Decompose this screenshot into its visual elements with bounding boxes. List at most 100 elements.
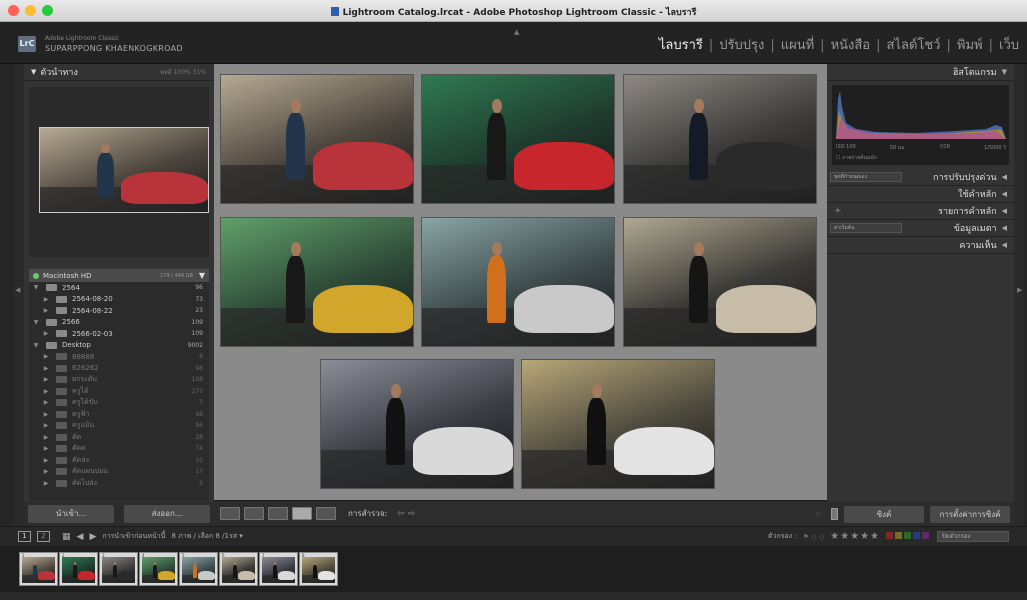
survey-view-icon[interactable] (292, 507, 312, 520)
survey-photo[interactable] (421, 217, 615, 347)
grid-icon[interactable]: ▦ (62, 532, 71, 542)
filmstrip-thumbnail[interactable]: 8 (299, 552, 338, 586)
add-icon[interactable]: + (834, 206, 842, 216)
preset-dropdown[interactable]: ค่าเริ่มต้น (830, 223, 902, 233)
folder-row[interactable]: ▶ ครูแม้ม 94 (29, 420, 209, 432)
collapse-triangle-icon[interactable]: ▶ (41, 399, 51, 406)
preset-dropdown[interactable]: ชุดที่กำหนดเอง (830, 172, 902, 182)
filter-dropdown[interactable]: ปิดตัวกรอง (937, 531, 1009, 542)
module-4[interactable]: หนังสือ (831, 38, 871, 53)
survey-photo[interactable] (320, 359, 514, 489)
collapse-triangle-icon[interactable]: ▶ (41, 330, 51, 337)
collapse-triangle-icon[interactable]: ▶ (41, 353, 51, 360)
module-1[interactable]: ไลบรารี (659, 38, 703, 53)
expand-triangle-icon[interactable]: ▼ (31, 342, 41, 349)
module-6[interactable]: พิมพ์ (957, 38, 983, 53)
panel-section-header[interactable]: ค่าเริ่มต้น ข้อมูลเมตา ◀ (827, 220, 1014, 237)
folder-row[interactable]: ▶ 626262 98 (29, 363, 209, 375)
collapse-triangle-icon[interactable]: ▶ (41, 411, 51, 418)
right-panel-toggle-icon[interactable]: ▶ (1017, 286, 1022, 294)
collapse-triangle-icon[interactable]: ▶ (41, 422, 51, 429)
collapse-triangle-icon[interactable]: ▶ (41, 376, 51, 383)
expand-triangle-icon[interactable]: ▼ (31, 319, 41, 326)
collapse-triangle-icon[interactable]: ▶ (41, 457, 51, 464)
panel-section-header[interactable]: ความเห็น ◀ (827, 237, 1014, 254)
folder-row[interactable]: ▶ 88888 8 (29, 351, 209, 363)
color-filter-icons[interactable] (886, 532, 931, 541)
survey-photo[interactable] (220, 217, 414, 347)
collapse-triangle-icon[interactable]: ▶ (41, 296, 51, 303)
module-7[interactable]: เว็บ (999, 38, 1019, 53)
survey-photo[interactable] (421, 74, 615, 204)
collapse-triangle-icon[interactable]: ▶ (41, 445, 51, 452)
collapse-triangle-icon[interactable]: ▶ (41, 307, 51, 314)
folder-row[interactable]: ▶ คัด 28 (29, 432, 209, 444)
expand-triangle-icon[interactable]: ▼ (31, 284, 41, 291)
folder-row[interactable]: ▶ คัดส่ง 10 (29, 455, 209, 467)
folder-row[interactable]: ▶ ยกระดับ 108 (29, 374, 209, 386)
panel-section-header[interactable]: + รายการคำหลัก ◀ (827, 203, 1014, 220)
back-arrow-icon[interactable]: ◀ (77, 532, 84, 542)
folder-row[interactable]: ▶ คัดไปส่ง 6 (29, 478, 209, 490)
filmstrip-thumbnail[interactable]: 2 (59, 552, 98, 586)
flag-filter-icon[interactable]: ⚑ ◇ ◇ (803, 533, 825, 541)
module-3[interactable]: แผนที่ (781, 38, 814, 53)
collapse-triangle-icon[interactable]: ▶ (41, 388, 51, 395)
collapse-triangle-icon[interactable]: ▶ (41, 365, 51, 372)
volume-header[interactable]: Macintosh HD 179 / 494 GB ▼ (29, 269, 209, 282)
grid-view-icon[interactable] (220, 507, 240, 520)
folder-row[interactable]: ▶ 2564-08-22 23 (29, 305, 209, 317)
people-view-icon[interactable] (316, 507, 336, 520)
loupe-view-icon[interactable] (244, 507, 264, 520)
filmstrip-thumbnail[interactable]: 5 (179, 552, 218, 586)
navigator-header[interactable]: ▼ ตัวนำทาง พอดี 100% 31% (24, 64, 214, 81)
secondary-screen-button[interactable]: 2 (37, 531, 50, 542)
right-panel-toggle-strip[interactable]: ▶ (1014, 64, 1024, 526)
collapse-triangle-icon[interactable]: ▶ (41, 434, 51, 441)
filmstrip-thumbnail[interactable]: 1 (19, 552, 58, 586)
selection-info[interactable]: 8 ภาพ / เลือก 8 /1รส ▾ (171, 531, 242, 542)
folder-row[interactable]: ▼ 2566 109 (29, 317, 209, 329)
navigator-image[interactable] (39, 127, 209, 213)
left-panel-toggle-strip[interactable]: ◀ (14, 64, 24, 526)
rating-filter-stars[interactable]: ★★★★★ (830, 531, 880, 542)
sync-settings-button[interactable]: การตั้งค่าการซิงค์ (930, 505, 1010, 523)
left-panel-toggle-icon[interactable]: ◀ (15, 286, 20, 294)
folder-row[interactable]: ▶ 2564-08-20 73 (29, 294, 209, 306)
compare-view-icon[interactable] (268, 507, 288, 520)
survey-photo[interactable] (623, 74, 817, 204)
folder-row[interactable]: ▶ คัดด 74 (29, 443, 209, 455)
folder-row[interactable]: ▶ ครูฟ้า 48 (29, 409, 209, 421)
toolbar-menu-icon[interactable]: ◇ (816, 510, 821, 518)
source-label[interactable]: การนำเข้าก่อนหน้านี้ (102, 531, 165, 542)
folder-row[interactable]: ▶ ครูได้ 277 (29, 386, 209, 398)
primary-screen-button[interactable]: 1 (18, 531, 31, 542)
module-2[interactable]: ปรับปรุง (719, 38, 764, 53)
filmstrip-thumbnail[interactable]: 3 (99, 552, 138, 586)
collapse-triangle-icon[interactable]: ▶ (41, 480, 51, 487)
filmstrip-thumbnail[interactable]: 7 (259, 552, 298, 586)
folder-row[interactable]: ▼ 2564 96 (29, 282, 209, 294)
export-button[interactable]: ส่งออก... (124, 505, 210, 523)
survey-photo[interactable] (220, 74, 414, 204)
bottom-panel-toggle-strip[interactable] (0, 592, 1027, 600)
filmstrip-thumbnail[interactable]: 4 (139, 552, 178, 586)
collapse-triangle-icon[interactable]: ▶ (41, 468, 51, 475)
histogram-header[interactable]: ฮิสโตแกรม ▼ (827, 64, 1014, 81)
top-panel-toggle-icon[interactable]: ▲ (514, 28, 519, 36)
navigator-zoom-levels[interactable]: พอดี 100% 31% (160, 67, 206, 77)
navigation-arrows-icon[interactable]: ⇦ ⇨ (397, 509, 415, 519)
folder-row[interactable]: ▶ ครูได้ขับ 3 (29, 397, 209, 409)
panel-section-header[interactable]: ใช้คำหลัก ◀ (827, 186, 1014, 203)
original-photo-checkbox[interactable]: ☐ ภาพถ่ายต้นฉบับ (836, 154, 877, 162)
survey-photo[interactable] (521, 359, 715, 489)
navigator-preview[interactable] (29, 87, 209, 257)
module-5[interactable]: สไลด์โชว์ (887, 38, 941, 53)
survey-photo[interactable] (623, 217, 817, 347)
volume-collapse-icon[interactable]: ▼ (199, 271, 205, 280)
filmstrip-thumbnail[interactable]: 6 (219, 552, 258, 586)
import-button[interactable]: นำเข้า... (28, 505, 114, 523)
sync-switch[interactable] (831, 508, 838, 520)
folder-row[interactable]: ▶ 2566-02-03 109 (29, 328, 209, 340)
folder-row[interactable]: ▶ คัดแผนปอน 17 (29, 466, 209, 478)
